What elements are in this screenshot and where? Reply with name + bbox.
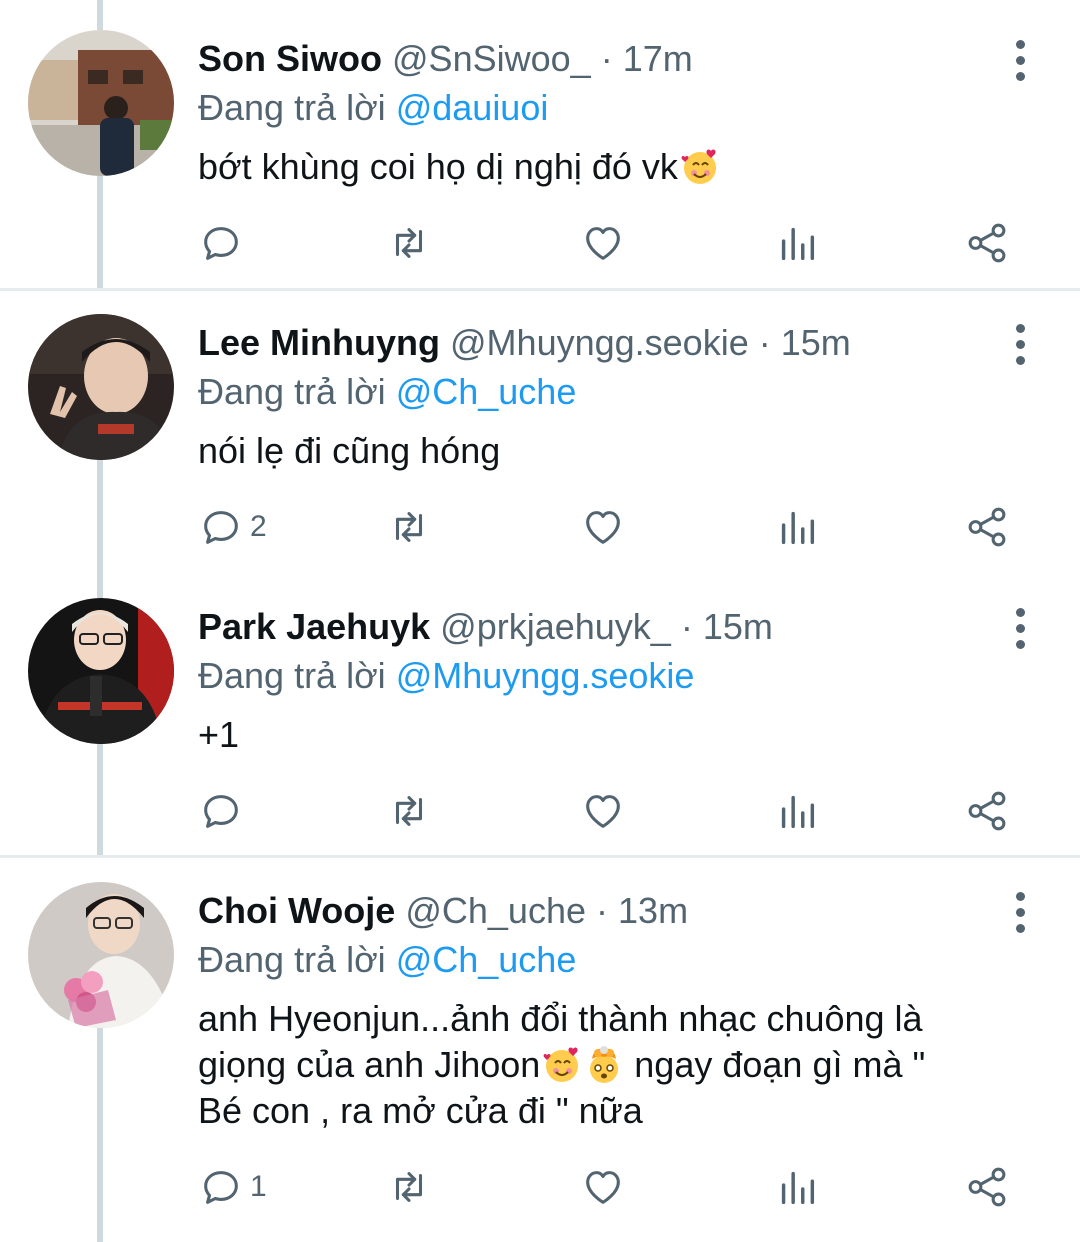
tweet[interactable]: Lee Minhuyng @Mhuyngg.seokie · 15m Đang … [0, 314, 1080, 574]
reply-count: 1 [250, 1170, 267, 1203]
reply-button[interactable]: 2 [198, 502, 267, 552]
reply-icon [204, 227, 238, 260]
tweet-actions: 2 [198, 502, 1028, 552]
reply-icon [204, 1171, 238, 1204]
separator-dot: · [680, 606, 693, 647]
reply-count: 2 [250, 510, 267, 543]
reply-to-handle[interactable]: @dauiuoi [396, 87, 549, 128]
reply-button[interactable]: 1 [198, 1162, 267, 1212]
share-button[interactable] [964, 786, 1010, 836]
tweet-text-line: giọng của anh Jihoon ngay đoạn gì mà " [198, 1042, 1020, 1088]
author-handle[interactable]: @prkjaehuyk_ [440, 606, 671, 647]
tweet-text: anh Hyeonjun...ảnh đổi thành nhạc chuông… [198, 996, 1020, 1134]
retweet-button[interactable] [386, 502, 432, 552]
author-name[interactable]: Lee Minhuyng [198, 322, 440, 363]
avatar[interactable] [28, 314, 174, 460]
share-button[interactable] [964, 502, 1010, 552]
tweet[interactable]: Son Siwoo @SnSiwoo_ · 17m Đang trả lời @… [0, 30, 1080, 288]
reply-button[interactable] [198, 218, 250, 268]
views-button[interactable] [774, 1162, 820, 1212]
views-button[interactable] [774, 218, 820, 268]
reply-to-handle[interactable]: @Ch_uche [396, 939, 577, 980]
timestamp[interactable]: 15m [703, 606, 773, 647]
share-icon [968, 791, 1006, 831]
replying-to-label: Đang trả lời [198, 655, 386, 696]
author-handle[interactable]: @SnSiwoo_ [392, 38, 591, 79]
tweet-text-line: anh Hyeonjun...ảnh đổi thành nhạc chuông… [198, 998, 923, 1039]
analytics-icon [781, 1171, 815, 1205]
share-icon [968, 507, 1006, 547]
retweet-icon [395, 796, 423, 826]
author-name[interactable]: Park Jaehuyk [198, 606, 430, 647]
tweet-divider [0, 855, 1080, 858]
tweet[interactable]: Choi Wooje @Ch_uche · 13m Đang trả lời @… [0, 882, 1080, 1242]
reply-button[interactable] [198, 786, 250, 836]
retweet-icon [395, 1172, 423, 1202]
smiling-face-with-hearts-icon [680, 147, 720, 187]
retweet-icon [395, 512, 423, 542]
more-options-icon[interactable] [1000, 892, 1040, 952]
reply-icon [204, 795, 238, 828]
tweet-text-fragment: giọng của anh Jihoon [198, 1044, 541, 1085]
retweet-button[interactable] [386, 786, 432, 836]
views-button[interactable] [774, 502, 820, 552]
analytics-icon [781, 795, 815, 829]
tweet-actions [198, 786, 1028, 836]
separator-dot: · [600, 38, 613, 79]
share-icon [968, 223, 1006, 263]
replying-to-label: Đang trả lời [198, 939, 386, 980]
tweet-divider [0, 288, 1080, 291]
retweet-icon [395, 228, 423, 258]
exploding-head-icon [584, 1045, 624, 1085]
like-button[interactable] [580, 218, 626, 268]
separator-dot: · [758, 322, 771, 363]
author-name[interactable]: Choi Wooje [198, 890, 395, 931]
tweet-text: bớt khùng coi họ dị nghị đó vk [198, 144, 1020, 190]
retweet-button[interactable] [386, 1162, 432, 1212]
avatar[interactable] [28, 30, 174, 176]
heart-icon [586, 227, 620, 260]
more-options-icon[interactable] [1000, 40, 1040, 100]
heart-icon [586, 1171, 620, 1204]
tweet[interactable]: Park Jaehuyk @prkjaehuyk_ · 15m Đang trả… [0, 598, 1080, 856]
tweet-text-line: Bé con , ra mở cửa đi " nữa [198, 1090, 643, 1131]
share-button[interactable] [964, 1162, 1010, 1212]
timestamp[interactable]: 13m [618, 890, 688, 931]
heart-icon [586, 511, 620, 544]
share-button[interactable] [964, 218, 1010, 268]
avatar[interactable] [28, 598, 174, 744]
more-options-icon[interactable] [1000, 324, 1040, 384]
tweet-text-fragment: ngay đoạn gì mà " [624, 1044, 926, 1085]
retweet-button[interactable] [386, 218, 432, 268]
views-button[interactable] [774, 786, 820, 836]
reply-to-handle[interactable]: @Mhuyngg.seokie [396, 655, 695, 696]
thread-line [97, 0, 103, 30]
author-handle[interactable]: @Mhuyngg.seokie [450, 322, 749, 363]
like-button[interactable] [580, 786, 626, 836]
author-name[interactable]: Son Siwoo [198, 38, 382, 79]
tweet-text-content: bớt khùng coi họ dị nghị đó vk [198, 146, 678, 187]
tweet-actions: 1 [198, 1162, 1028, 1212]
timestamp[interactable]: 15m [781, 322, 851, 363]
analytics-icon [781, 511, 815, 545]
timestamp[interactable]: 17m [623, 38, 693, 79]
analytics-icon [781, 227, 815, 261]
separator-dot: · [596, 890, 609, 931]
share-icon [968, 1167, 1006, 1207]
author-handle[interactable]: @Ch_uche [405, 890, 586, 931]
smiling-face-with-hearts-icon [542, 1045, 582, 1085]
reply-icon [204, 511, 238, 544]
tweet-text: +1 [198, 714, 240, 755]
like-button[interactable] [580, 502, 626, 552]
reply-to-handle[interactable]: @Ch_uche [396, 371, 577, 412]
replying-to-label: Đang trả lời [198, 87, 386, 128]
tweet-text: nói lẹ đi cũng hóng [198, 430, 501, 471]
like-button[interactable] [580, 1162, 626, 1212]
heart-icon [586, 795, 620, 828]
replying-to-label: Đang trả lời [198, 371, 386, 412]
more-options-icon[interactable] [1000, 608, 1040, 668]
avatar[interactable] [28, 882, 174, 1028]
tweet-actions [198, 218, 1028, 268]
